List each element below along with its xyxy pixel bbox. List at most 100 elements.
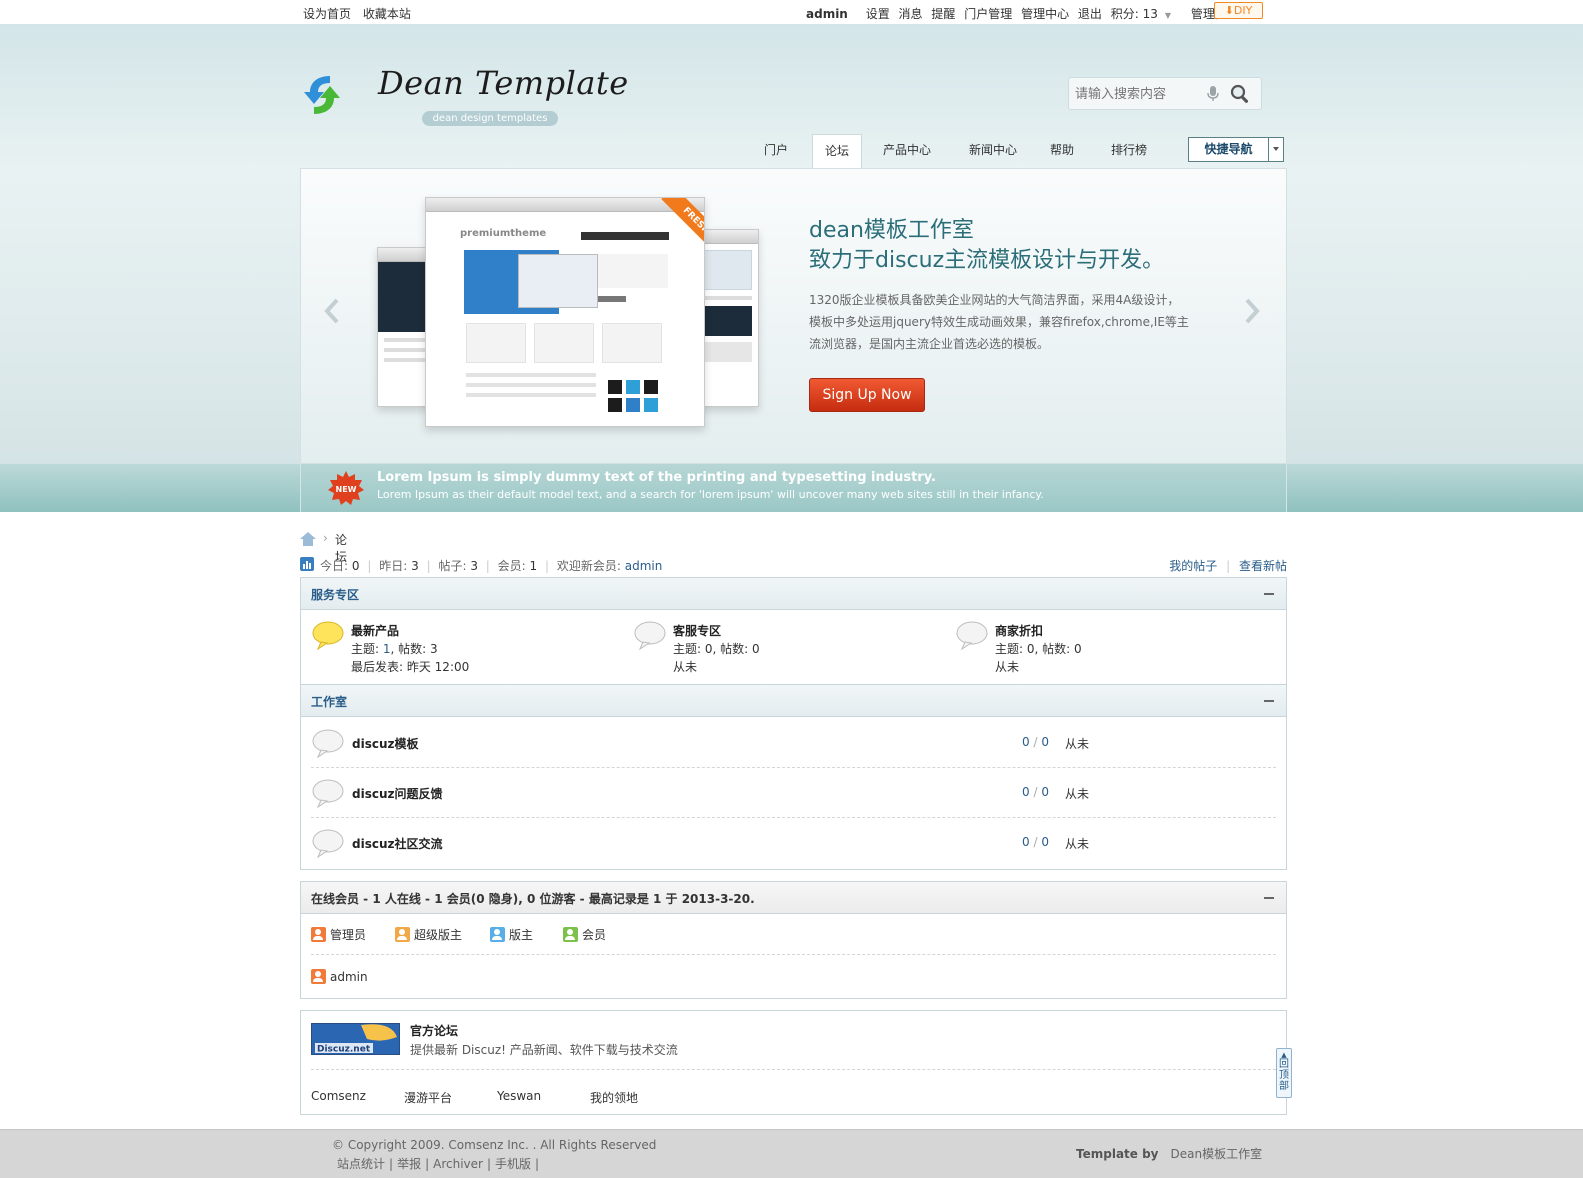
official-forum-title[interactable]: 官方论坛 <box>410 1022 458 1039</box>
footer-link-stats[interactable]: 站点统计 <box>337 1157 385 1171</box>
search-input[interactable] <box>1075 85 1205 103</box>
nav-help[interactable]: 帮助 <box>1040 134 1084 166</box>
legend-member: 会员 <box>563 926 606 943</box>
stats-pipe: | <box>426 559 431 573</box>
collapse-icon[interactable] <box>1264 897 1274 899</box>
admin-center-link[interactable]: 管理中心 <box>1021 7 1069 21</box>
bookmark-link[interactable]: 收藏本站 <box>363 7 411 21</box>
collapse-icon[interactable] <box>1264 593 1274 595</box>
template-studio-link[interactable]: Dean模板工作室 <box>1171 1147 1263 1161</box>
home-icon[interactable] <box>300 532 316 546</box>
stats-pipe: | <box>485 559 490 573</box>
top-left-links: 设为首页 收藏本站 <box>303 5 419 22</box>
no-posts-bubble-icon <box>956 621 988 650</box>
logout-link[interactable]: 退出 <box>1078 7 1102 21</box>
template-credit: Template by Dean模板工作室 <box>1076 1145 1262 1162</box>
forum-posts-label: , 帖数: <box>1034 642 1074 656</box>
forum-posts-label: , 帖数: <box>712 642 752 656</box>
points-menu[interactable]: 积分: 13 ▼ <box>1111 7 1176 21</box>
category-title[interactable]: 服务专区 <box>311 586 359 603</box>
forum-name[interactable]: discuz社区交流 <box>352 835 443 852</box>
online-username[interactable]: admin <box>330 970 368 984</box>
admin-user-icon <box>311 969 326 984</box>
messages-link[interactable]: 消息 <box>899 7 923 21</box>
forum-name[interactable]: discuz模板 <box>352 735 419 752</box>
microphone-icon[interactable] <box>1207 86 1219 102</box>
forum-last-post: 从未 <box>673 660 698 674</box>
forum-name[interactable]: 最新产品 <box>351 622 399 639</box>
legend-label: 超级版主 <box>414 928 463 942</box>
forum-threads-label: 主题: <box>351 642 383 656</box>
my-posts-link[interactable]: 我的帖子 <box>1169 559 1217 573</box>
forum-last-post: 最后发表: 昨天 12:00 <box>351 658 469 675</box>
nav-ranking[interactable]: 排行榜 <box>1100 134 1158 166</box>
logo-arrows-icon[interactable] <box>300 70 344 120</box>
news-strip-title[interactable]: Lorem Ipsum is simply dummy text of the … <box>377 470 936 485</box>
points-label: 积分: 13 <box>1110 7 1158 21</box>
logo-title[interactable]: Dean Template <box>378 64 629 102</box>
nav-forum[interactable]: 论坛 <box>812 134 862 168</box>
new-badge-icon: NEW <box>328 471 364 505</box>
diy-button[interactable]: ⬇DIY <box>1214 2 1263 19</box>
stats-posts: 3 <box>470 559 478 573</box>
forum-last-time[interactable]: 昨天 12:00 <box>407 660 469 674</box>
nav-products[interactable]: 产品中心 <box>874 134 940 166</box>
text-link[interactable]: 我的领地 <box>590 1089 638 1106</box>
back-to-top-label: 回顶部 <box>1279 1059 1289 1092</box>
discuz-logo[interactable]: Discuz.net <box>311 1023 400 1055</box>
search-icon[interactable] <box>1229 83 1251 105</box>
notifications-link[interactable]: 提醒 <box>931 7 955 21</box>
breadcrumb-separator: › <box>323 531 328 545</box>
count-separator: / <box>1029 735 1042 749</box>
official-forum-desc: 提供最新 Discuz! 产品新闻、软件下载与技术交流 <box>410 1043 678 1057</box>
divider <box>311 954 1276 955</box>
footer-link-mobile[interactable]: 手机版 <box>495 1157 531 1171</box>
stats-posts-label: 帖子: <box>438 559 467 573</box>
online-title[interactable]: 在线会员 - 1 人在线 - 1 会员(0 隐身), 0 位游客 - 最高记录是… <box>311 890 755 907</box>
member-user-icon <box>563 927 578 942</box>
legend-admin: 管理员 <box>311 926 366 943</box>
footer-link-archiver[interactable]: Archiver <box>433 1157 483 1171</box>
forum-last-label: 最后发表: <box>351 660 407 674</box>
signup-button[interactable]: Sign Up Now <box>809 378 925 412</box>
forum-counts: 主题: 0, 帖数: 0 <box>995 640 1082 657</box>
nav-portal[interactable]: 门户 <box>752 134 800 166</box>
forum-threads-label: 主题: <box>995 642 1027 656</box>
no-posts-bubble-icon <box>312 829 344 858</box>
username-link[interactable]: admin <box>806 7 848 21</box>
forum-posts: 0 <box>1074 642 1082 656</box>
forum-stats-bar: 今日: 0 | 昨日: 3 | 帖子: 3 | 会员: 1 | 欢迎新会员: a… <box>300 556 1287 574</box>
forum-posts: 0 <box>1041 785 1049 799</box>
newest-member-link[interactable]: admin <box>625 559 663 573</box>
legend-label: 管理员 <box>330 928 367 942</box>
stats-text: 今日: 0 | 昨日: 3 | 帖子: 3 | 会员: 1 | 欢迎新会员: a… <box>320 557 662 574</box>
forum-name[interactable]: 商家折扣 <box>995 622 1043 639</box>
quick-nav-button[interactable]: 快捷导航 <box>1188 137 1284 162</box>
category-title[interactable]: 工作室 <box>311 693 347 710</box>
text-link[interactable]: Yeswan <box>497 1089 541 1103</box>
footer-link-report[interactable]: 举报 <box>397 1157 421 1171</box>
settings-link[interactable]: 设置 <box>866 7 890 21</box>
logo-subtitle: dean design templates <box>422 111 558 126</box>
banner-title: dean模板工作室 致力于discuz主流模板设计与开发。 <box>809 216 1164 276</box>
new-posts-link[interactable]: 查看新帖 <box>1239 559 1287 573</box>
text-link[interactable]: 漫游平台 <box>404 1089 452 1106</box>
bar-chart-icon <box>300 557 314 571</box>
back-to-top-button[interactable]: ▲ 回顶部 <box>1276 1048 1292 1098</box>
forum-threads: 1 <box>382 642 391 656</box>
forum-cell: 客服专区 主题: 0, 帖数: 0 从未 <box>633 620 943 680</box>
portal-admin-link[interactable]: 门户管理 <box>964 7 1012 21</box>
forum-name[interactable]: discuz问题反馈 <box>352 785 443 802</box>
text-link[interactable]: Comsenz <box>311 1089 366 1103</box>
online-user[interactable]: admin <box>311 969 368 984</box>
online-header: 在线会员 - 1 人在线 - 1 会员(0 隐身), 0 位游客 - 最高记录是… <box>301 882 1286 914</box>
set-homepage-link[interactable]: 设为首页 <box>303 7 351 21</box>
collapse-icon[interactable] <box>1264 700 1274 702</box>
slider-prev-icon[interactable] <box>323 297 341 325</box>
forum-counts: 0 / 0 <box>1022 735 1049 749</box>
forum-threads-label: 主题: <box>673 642 705 656</box>
new-badge-text: NEW <box>336 485 357 494</box>
forum-name[interactable]: 客服专区 <box>673 622 721 639</box>
nav-news[interactable]: 新闻中心 <box>960 134 1026 166</box>
slider-next-icon[interactable] <box>1243 297 1261 325</box>
